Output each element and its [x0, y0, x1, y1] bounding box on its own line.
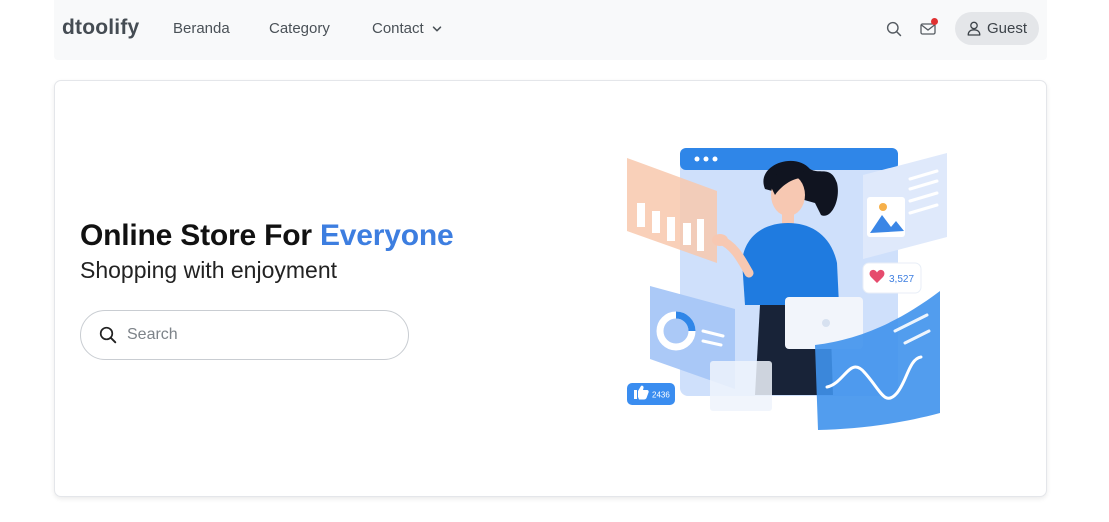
hero-title-accent: Everyone — [319, 219, 454, 252]
chevron-down-icon — [432, 25, 441, 31]
hero-search-input[interactable] — [127, 326, 377, 344]
thumbs-badge: 2436 — [627, 383, 675, 405]
search-icon — [886, 21, 902, 37]
search-icon — [99, 326, 117, 344]
nav-link-label: Beranda — [173, 20, 230, 37]
hero-illustration: 3,527 2436 — [627, 148, 947, 430]
notification-dot — [931, 18, 938, 25]
nav-link-beranda[interactable]: Beranda — [173, 20, 230, 37]
hero-card: Online Store For Everyone Shopping with … — [54, 80, 1047, 497]
likes-badge: 3,527 — [862, 262, 922, 294]
user-icon — [967, 21, 981, 36]
guest-account-button[interactable]: Guest — [955, 12, 1039, 45]
thumbs-count: 2436 — [652, 391, 670, 400]
brand-logo[interactable]: dtoolify — [62, 16, 139, 40]
search-button[interactable] — [882, 17, 906, 41]
nav-link-category[interactable]: Category — [269, 20, 330, 37]
guest-label: Guest — [986, 20, 1028, 37]
nav-link-label: Contact — [372, 20, 424, 37]
hero-search-box[interactable] — [80, 310, 409, 360]
likes-count: 3,527 — [889, 274, 914, 285]
hero-subtitle: Shopping with enjoyment — [80, 257, 337, 283]
nav-link-label: Category — [269, 20, 330, 37]
hero-title-prefix: Online Store For — [80, 219, 320, 252]
nav-dropdown-contact[interactable]: Contact — [372, 20, 442, 37]
navbar: dtoolify Beranda Category Contact Guest — [54, 0, 1047, 60]
messages-button[interactable] — [916, 17, 940, 41]
hero-title: Online Store For Everyone — [80, 219, 454, 253]
